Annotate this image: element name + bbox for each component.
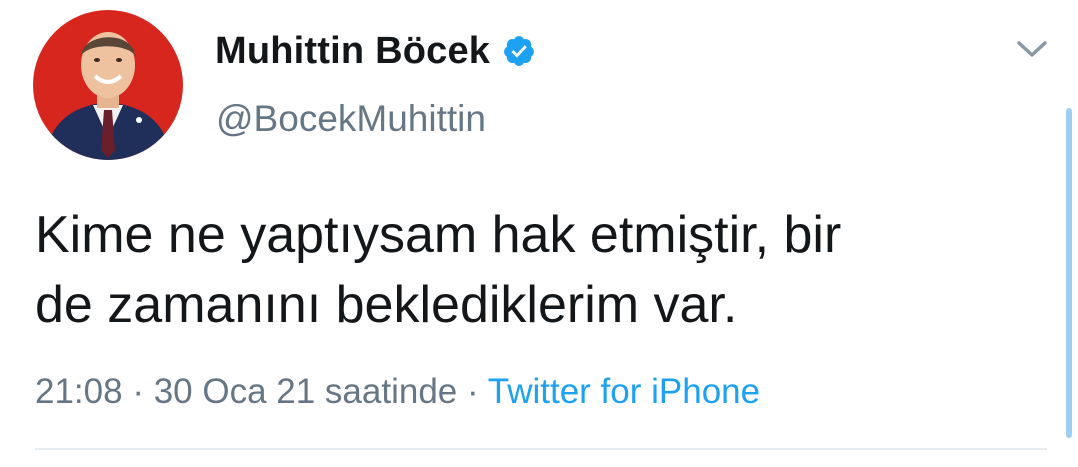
tweet-time[interactable]: 21:08 bbox=[35, 372, 123, 411]
tweet-text-line: de zamanını beklediklerim var. bbox=[35, 276, 738, 334]
tweet-card: Muhittin Böcek @BocekMuhittin Kime ne ya… bbox=[0, 0, 1078, 467]
verified-badge-icon bbox=[504, 36, 535, 66]
divider bbox=[35, 448, 1047, 450]
avatar-image bbox=[33, 10, 183, 160]
tweet-source-link[interactable]: Twitter for iPhone bbox=[488, 372, 760, 411]
author-handle[interactable]: @BocekMuhittin bbox=[216, 98, 486, 140]
tweet-text: Kime ne yaptıysam hak etmiştir, bir de z… bbox=[35, 200, 1035, 340]
meta-separator: · bbox=[457, 372, 488, 411]
avatar[interactable] bbox=[33, 10, 183, 160]
meta-separator: · bbox=[122, 372, 154, 411]
tweet-meta: 21:08 · 30 Oca 21 saatinde · Twitter for… bbox=[35, 369, 760, 415]
tweet-date[interactable]: 30 Oca 21 saatinde bbox=[154, 372, 458, 411]
chevron-down-icon[interactable] bbox=[1012, 34, 1052, 64]
tweet-text-line: Kime ne yaptıysam hak etmiştir, bir bbox=[35, 206, 842, 264]
display-name[interactable]: Muhittin Böcek bbox=[215, 30, 490, 73]
author-header: Muhittin Böcek bbox=[215, 26, 536, 76]
scrollbar[interactable] bbox=[1066, 108, 1072, 438]
